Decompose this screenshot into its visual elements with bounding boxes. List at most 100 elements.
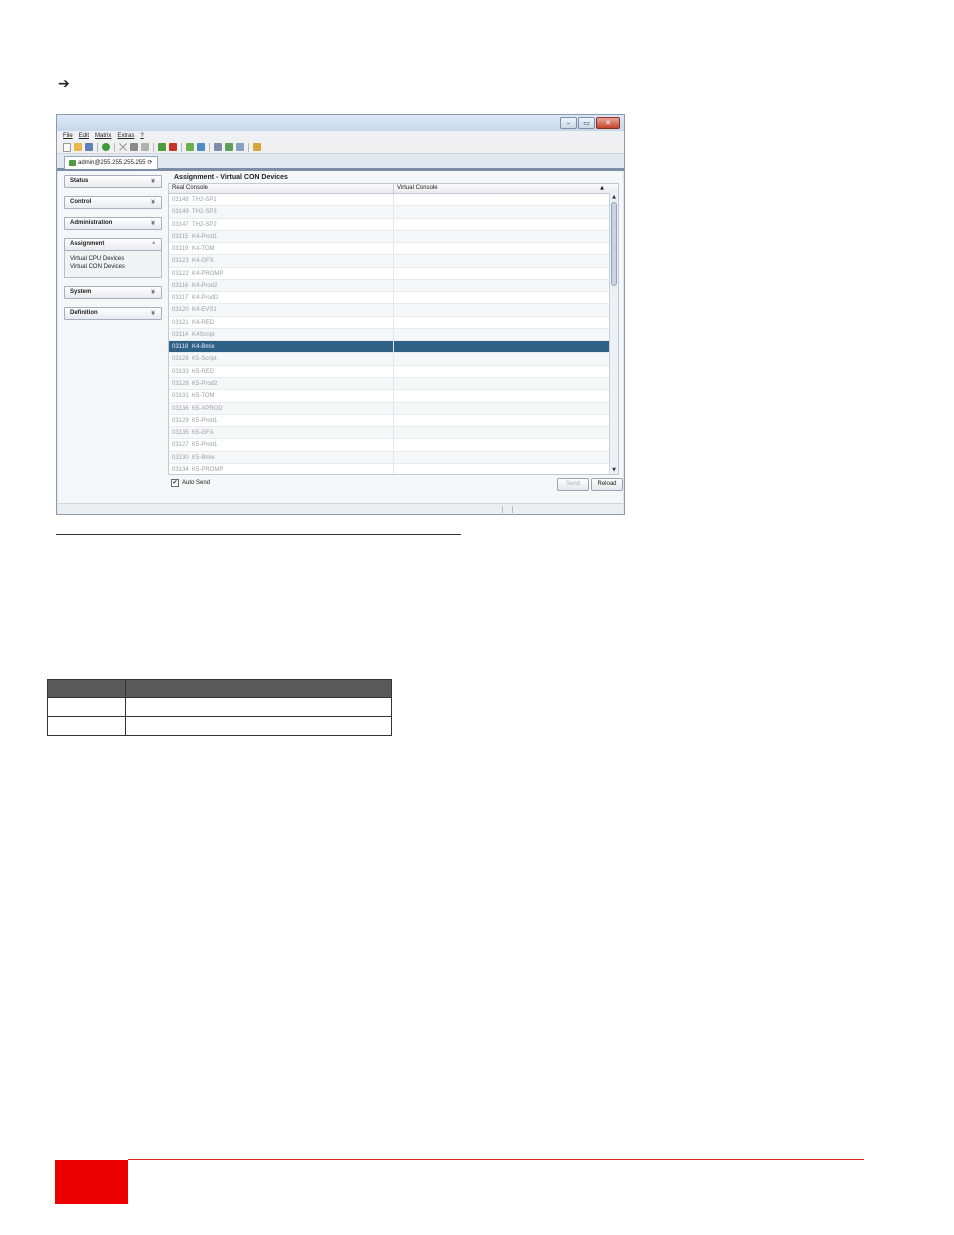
table-row[interactable]: 03116 K4-Prod2: [169, 279, 618, 293]
virtual-console-cell[interactable]: [394, 243, 618, 254]
menu-extras[interactable]: Extras: [117, 131, 134, 141]
sidebar-section-definition[interactable]: Definition ¥: [64, 307, 162, 320]
table-row[interactable]: 03120 K4-EVS1: [169, 304, 618, 317]
table-row[interactable]: 03135 K5-GFX: [169, 427, 618, 440]
header-cell: [47, 679, 126, 698]
table-row[interactable]: 03127 K5-Prod1: [169, 439, 618, 452]
virtual-console-cell[interactable]: [394, 341, 618, 352]
refresh-icon[interactable]: [102, 143, 110, 151]
virtual-console-cell[interactable]: [394, 329, 618, 340]
sidebar-section-administration[interactable]: Administration ¥: [64, 217, 162, 230]
menu-file[interactable]: File: [63, 131, 73, 141]
real-console-cell: 03126 K5-Script: [169, 353, 394, 365]
virtual-console-cell[interactable]: [394, 219, 618, 230]
virtual-console-cell[interactable]: [394, 292, 618, 303]
virtual-console-cell[interactable]: [394, 317, 618, 328]
table-row[interactable]: 03115 K4-Prod1: [169, 230, 618, 244]
virtual-console-cell[interactable]: [394, 255, 618, 266]
connect-icon[interactable]: [158, 143, 166, 151]
chevron-up-icon: ᴬ: [152, 241, 155, 248]
menu-matrix[interactable]: Matrix: [95, 131, 111, 141]
table-row[interactable]: 03119 K4-TOM: [169, 243, 618, 256]
scroll-down-icon[interactable]: ▼: [610, 466, 618, 474]
virtual-console-cell[interactable]: [394, 390, 618, 401]
refresh-small-icon[interactable]: ⟳: [147, 157, 152, 169]
virtual-console-cell[interactable]: [394, 378, 618, 389]
document-view-icon[interactable]: [236, 143, 244, 151]
sidebar-item-virtual-con-devices[interactable]: Virtual CON Devices: [70, 263, 157, 271]
virtual-console-cell[interactable]: [394, 427, 618, 438]
document-export-icon[interactable]: [225, 143, 233, 151]
virtual-console-cell[interactable]: [394, 415, 618, 426]
virtual-console-cell[interactable]: [394, 206, 618, 217]
table-row[interactable]: 03117 K4-ProdD: [169, 292, 618, 305]
send-button[interactable]: Send: [557, 478, 589, 491]
new-file-icon[interactable]: [63, 142, 71, 152]
table-row[interactable]: 03129 K5-Prod1: [169, 414, 618, 428]
console-id: 03130: [172, 454, 189, 461]
table-row[interactable]: 03126 K5-Script: [169, 353, 618, 366]
copy-icon[interactable]: [130, 143, 138, 151]
table-row[interactable]: 03148 TH2-SP1: [169, 194, 618, 207]
sidebar-section-status[interactable]: Status ¥: [64, 175, 162, 188]
virtual-console-cell[interactable]: [394, 280, 618, 291]
console-name: K4-GFX: [192, 258, 214, 265]
reload-button[interactable]: Reload: [591, 478, 623, 491]
virtual-console-cell[interactable]: [394, 452, 618, 463]
sidebar-section-system[interactable]: System ¥: [64, 286, 162, 299]
upload-icon[interactable]: [186, 143, 194, 151]
open-folder-icon[interactable]: [74, 143, 82, 151]
virtual-console-cell[interactable]: [394, 403, 618, 414]
virtual-console-cell[interactable]: [394, 304, 618, 315]
save-icon[interactable]: [85, 143, 93, 151]
scroll-up-icon[interactable]: ▲: [610, 193, 618, 201]
document-icon[interactable]: [214, 143, 222, 151]
sidebar-section-assignment[interactable]: Assignment ᴬ: [64, 238, 162, 251]
virtual-console-cell[interactable]: [394, 231, 618, 242]
table-row[interactable]: 03133 K5-RED: [169, 365, 618, 378]
virtual-console-cell[interactable]: [394, 353, 618, 364]
table-row[interactable]: 03123 K4-GFX: [169, 255, 618, 268]
chevron-down-icon: ¥: [151, 310, 155, 317]
table-row[interactable]: 03147 TH2-SP2: [169, 218, 618, 231]
table-row[interactable]: 03121 K4-RED: [169, 316, 618, 329]
virtual-console-cell[interactable]: [394, 464, 618, 474]
folder-config-icon[interactable]: [253, 143, 261, 151]
minimize-button[interactable]: –: [560, 117, 577, 129]
virtual-console-cell[interactable]: [394, 439, 618, 450]
table-row[interactable]: 03122 K4-PROMP: [169, 267, 618, 280]
column-header-real-console[interactable]: Real Console: [169, 184, 394, 193]
table-row[interactable]: 03114 K4Script: [169, 328, 618, 342]
virtual-console-cell[interactable]: [394, 194, 618, 205]
real-console-cell: 03116 K4-Prod2: [169, 279, 394, 292]
vertical-scrollbar[interactable]: ▲ ▼: [609, 193, 618, 474]
sidebar-section-control[interactable]: Control ¥: [64, 196, 162, 209]
table-row[interactable]: 03134 K5-PROMP: [169, 463, 618, 474]
download-icon[interactable]: [197, 143, 205, 151]
paste-icon[interactable]: [141, 143, 149, 151]
table-cell: [47, 697, 126, 717]
virtual-console-cell[interactable]: [394, 366, 618, 377]
table-row[interactable]: 03131 K5-TOM: [169, 390, 618, 403]
disconnect-icon[interactable]: [169, 143, 177, 151]
table-row[interactable]: 03118 K4-Bmix: [169, 341, 618, 354]
table-row[interactable]: 03136 K5-XPROD: [169, 402, 618, 415]
virtual-console-cell[interactable]: [394, 268, 618, 279]
column-header-virtual-console[interactable]: Virtual Console ▲: [394, 184, 618, 193]
menu-help[interactable]: ?: [140, 131, 143, 141]
scrollbar-thumb[interactable]: [611, 202, 617, 286]
checkbox-check-icon[interactable]: ✔: [171, 479, 179, 487]
table-row[interactable]: 03128 K5-Prod2: [169, 377, 618, 391]
table-row[interactable]: 03130 K5-Bmix: [169, 451, 618, 464]
sidebar-item-virtual-cpu-devices[interactable]: Virtual CPU Devices: [70, 255, 157, 263]
delete-icon[interactable]: [119, 143, 127, 151]
console-name: K5-PROMP: [192, 466, 224, 473]
auto-send-checkbox[interactable]: ✔ Auto Send: [171, 479, 210, 487]
table-row[interactable]: 03149 TH2-SP3: [169, 206, 618, 219]
menu-edit[interactable]: Edit: [79, 131, 89, 141]
tab-session[interactable]: admin@255.255.255.255 ⟳: [64, 156, 158, 169]
maximize-button[interactable]: ▭: [578, 117, 595, 129]
tab-strip: admin@255.255.255.255 ⟳: [57, 154, 624, 171]
close-button[interactable]: ✕: [596, 117, 620, 129]
real-console-cell: 03120 K4-EVS1: [169, 304, 394, 316]
